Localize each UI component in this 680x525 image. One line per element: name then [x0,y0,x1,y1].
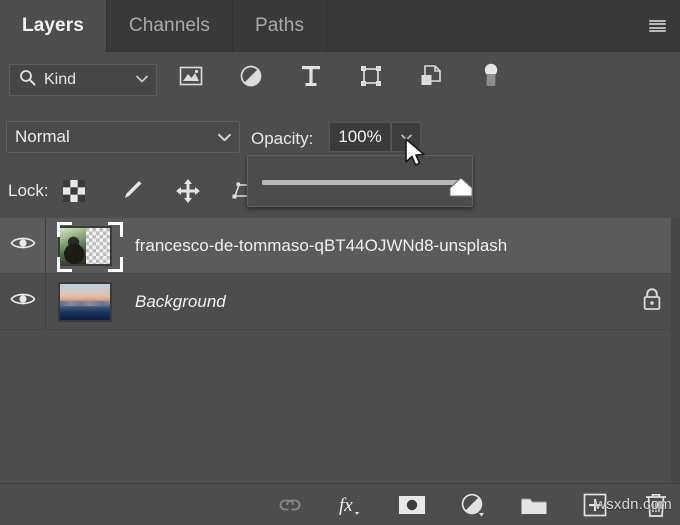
tab-layers[interactable]: Layers [0,0,107,52]
layer-name[interactable]: francesco-de-tommaso-qBT44OJWNd8-unsplas… [124,236,624,256]
lock-transparent-pixels-icon[interactable] [60,177,88,205]
layer-visibility-toggle[interactable] [0,218,46,274]
lock-label: Lock: [8,181,49,201]
chevron-down-icon [218,133,229,140]
eye-icon [10,290,36,313]
opacity-input[interactable]: 100% [329,122,391,152]
transparency-checker [82,228,110,264]
chevron-down-icon [136,75,147,82]
filter-kind-label: Kind [44,71,76,89]
lock-icon [642,287,662,316]
add-layer-mask-icon[interactable] [398,491,426,519]
opacity-dropdown-button[interactable] [391,122,421,152]
table-row[interactable]: Background [0,274,680,330]
hamburger-menu-icon [649,20,666,33]
layer-thumbnail-background [58,282,112,322]
tab-paths-label: Paths [255,15,304,37]
layer-name[interactable]: Background [124,292,624,312]
new-adjustment-layer-icon[interactable] [459,491,487,519]
thumbnail-image [60,228,86,264]
layer-thumbnail-cell[interactable] [46,218,124,274]
opacity-slider-track[interactable] [262,180,460,185]
layers-panel: Layers Channels Paths Kind [0,0,680,525]
layer-list-scroll-gutter[interactable] [671,218,680,484]
layers-bottom-toolbar: fx [0,483,680,525]
tab-channels-label: Channels [129,15,210,37]
layer-thumbnail-person [58,226,112,266]
pixel-layer-filter-icon[interactable] [178,63,204,89]
opacity-slider-popup[interactable] [247,155,473,207]
layer-type-filter-icons [178,63,504,89]
opacity-value: 100% [338,127,381,147]
opacity-slider-fill [262,180,460,185]
chevron-down-icon [401,134,412,141]
filter-kind-dropdown[interactable]: Kind [9,64,157,96]
opacity-label: Opacity: [251,129,313,149]
thumbnail-image [60,284,110,320]
filter-toggle-switch-icon[interactable] [478,63,504,89]
layer-thumbnail-cell[interactable] [46,274,124,330]
table-row[interactable]: francesco-de-tommaso-qBT44OJWNd8-unsplas… [0,218,680,274]
layer-visibility-toggle[interactable] [0,274,46,330]
shape-layer-filter-icon[interactable] [358,63,384,89]
smart-object-filter-icon[interactable] [418,63,444,89]
tab-layers-label: Layers [22,15,84,37]
layer-filter-row: Kind [0,52,680,111]
lock-image-pixels-icon[interactable] [117,177,145,205]
layer-style-fx-icon[interactable]: fx [337,491,365,519]
panel-menu-button[interactable] [642,11,672,41]
type-layer-filter-icon[interactable] [298,63,324,89]
lock-position-icon[interactable] [174,177,202,205]
layer-list: francesco-de-tommaso-qBT44OJWNd8-unsplas… [0,218,680,484]
blend-mode-value: Normal [15,127,70,147]
tab-bar-filler [327,0,680,52]
link-layers-icon[interactable] [276,491,304,519]
tab-channels[interactable]: Channels [107,0,233,52]
search-icon [19,69,36,91]
blend-mode-dropdown[interactable]: Normal [6,121,240,153]
panel-tab-bar: Layers Channels Paths [0,0,680,52]
eye-icon [10,234,36,257]
svg-text:fx: fx [339,495,353,516]
tab-paths[interactable]: Paths [233,0,327,52]
adjustment-layer-filter-icon[interactable] [238,63,264,89]
site-watermark: wsxdn.com [595,496,672,513]
new-group-icon[interactable] [520,491,548,519]
